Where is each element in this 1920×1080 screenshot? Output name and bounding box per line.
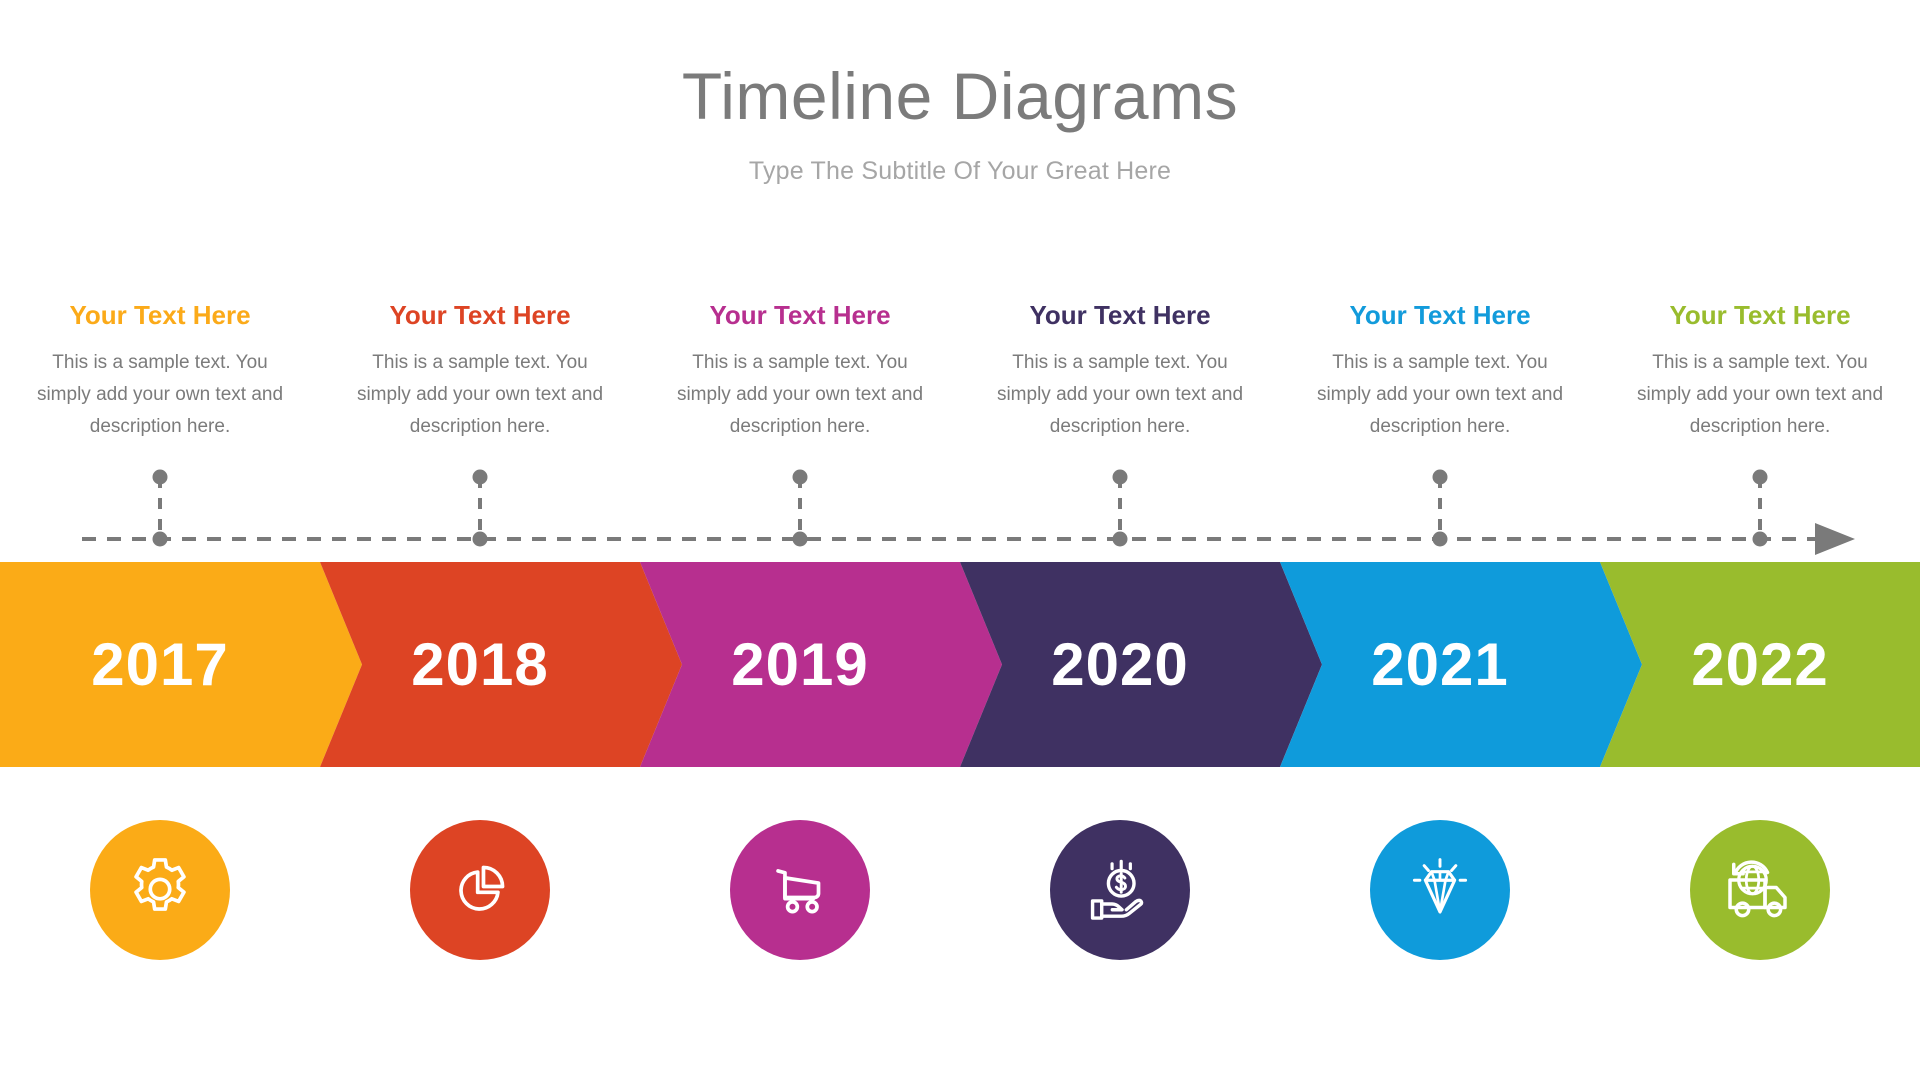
column-body: This is a sample text. You simply add yo… [356,352,604,437]
timeline-axis [82,523,1855,555]
timeline-node-axis [1112,531,1128,547]
column-title: Your Text Here [1669,300,1851,330]
year-label-2018: 2018 [411,631,549,698]
timeline-node-top [472,469,488,485]
icon-cell-2019 [640,820,960,960]
column-body: This is a sample text. You simply add yo… [1636,352,1884,437]
text-column-2022: Your Text Here This is a sample text. Yo… [1600,300,1920,443]
column-body: This is a sample text. You simply add yo… [676,352,924,437]
timeline-node-top [152,469,168,485]
column-title: Your Text Here [69,300,251,330]
pie-chart-icon [459,865,505,911]
icon-circle-2018[interactable] [410,820,550,960]
timeline-node-axis [792,531,808,547]
timeline-node-axis [152,531,168,547]
timeline-connectors [0,455,1920,565]
timeline-node-axis [472,531,488,547]
page-title: Timeline Diagrams [681,59,1239,133]
icon-circle-2022[interactable] [1690,820,1830,960]
icon-cell-2021 [1280,820,1600,960]
year-label-2022: 2022 [1691,631,1829,698]
text-column-2017: Your Text Here This is a sample text. Yo… [0,300,320,443]
year-label-2019: 2019 [731,631,869,698]
timeline-node-top [1112,469,1128,485]
column-title: Your Text Here [709,300,891,330]
text-column-2019: Your Text Here This is a sample text. Yo… [640,300,960,443]
icon-row [0,820,1920,960]
header: Timeline Diagrams Type The Subtitle Of Y… [0,59,1920,186]
icon-cell-2017 [0,820,320,960]
hand-money-icon [1090,859,1144,920]
timeline-node-top [1432,469,1448,485]
year-label-2021: 2021 [1371,631,1509,698]
icon-cell-2022 [1600,820,1920,960]
timeline-arrowhead [1815,523,1855,555]
shopping-cart-icon [776,869,821,914]
timeline-node-axis [1432,531,1448,547]
year-label-2020: 2020 [1051,631,1189,698]
page-subtitle: Type The Subtitle Of Your Great Here [748,157,1172,186]
column-body: This is a sample text. You simply add yo… [996,352,1244,437]
column-body: This is a sample text. You simply add yo… [36,352,284,437]
text-column-2018: Your Text Here This is a sample text. Yo… [320,300,640,443]
icon-circle-2021[interactable] [1370,820,1510,960]
icon-circle-2019[interactable] [730,820,870,960]
text-column-2020: Your Text Here This is a sample text. Yo… [960,300,1280,443]
text-column-2021: Your Text Here This is a sample text. Yo… [1280,300,1600,443]
icon-cell-2020 [960,820,1280,960]
column-body: This is a sample text. You simply add yo… [1316,352,1564,437]
column-title: Your Text Here [1029,300,1211,330]
year-label-2017: 2017 [91,631,229,698]
icon-circle-2020[interactable] [1050,820,1190,960]
delivery-truck-icon [1728,860,1787,918]
icon-cell-2018 [320,820,640,960]
column-title: Your Text Here [1349,300,1531,330]
timeline-node-axis [1752,531,1768,547]
column-title: Your Text Here [389,300,571,330]
text-columns: Your Text Here This is a sample text. Yo… [0,300,1920,443]
diamond-icon [1412,858,1468,914]
icon-circle-2017[interactable] [90,820,230,960]
timeline-stems [152,469,1768,547]
slide-root: Timeline Diagrams Type The Subtitle Of Y… [0,0,1920,1080]
gear-icon [134,858,186,911]
timeline-node-top [792,469,808,485]
timeline-node-top [1752,469,1768,485]
